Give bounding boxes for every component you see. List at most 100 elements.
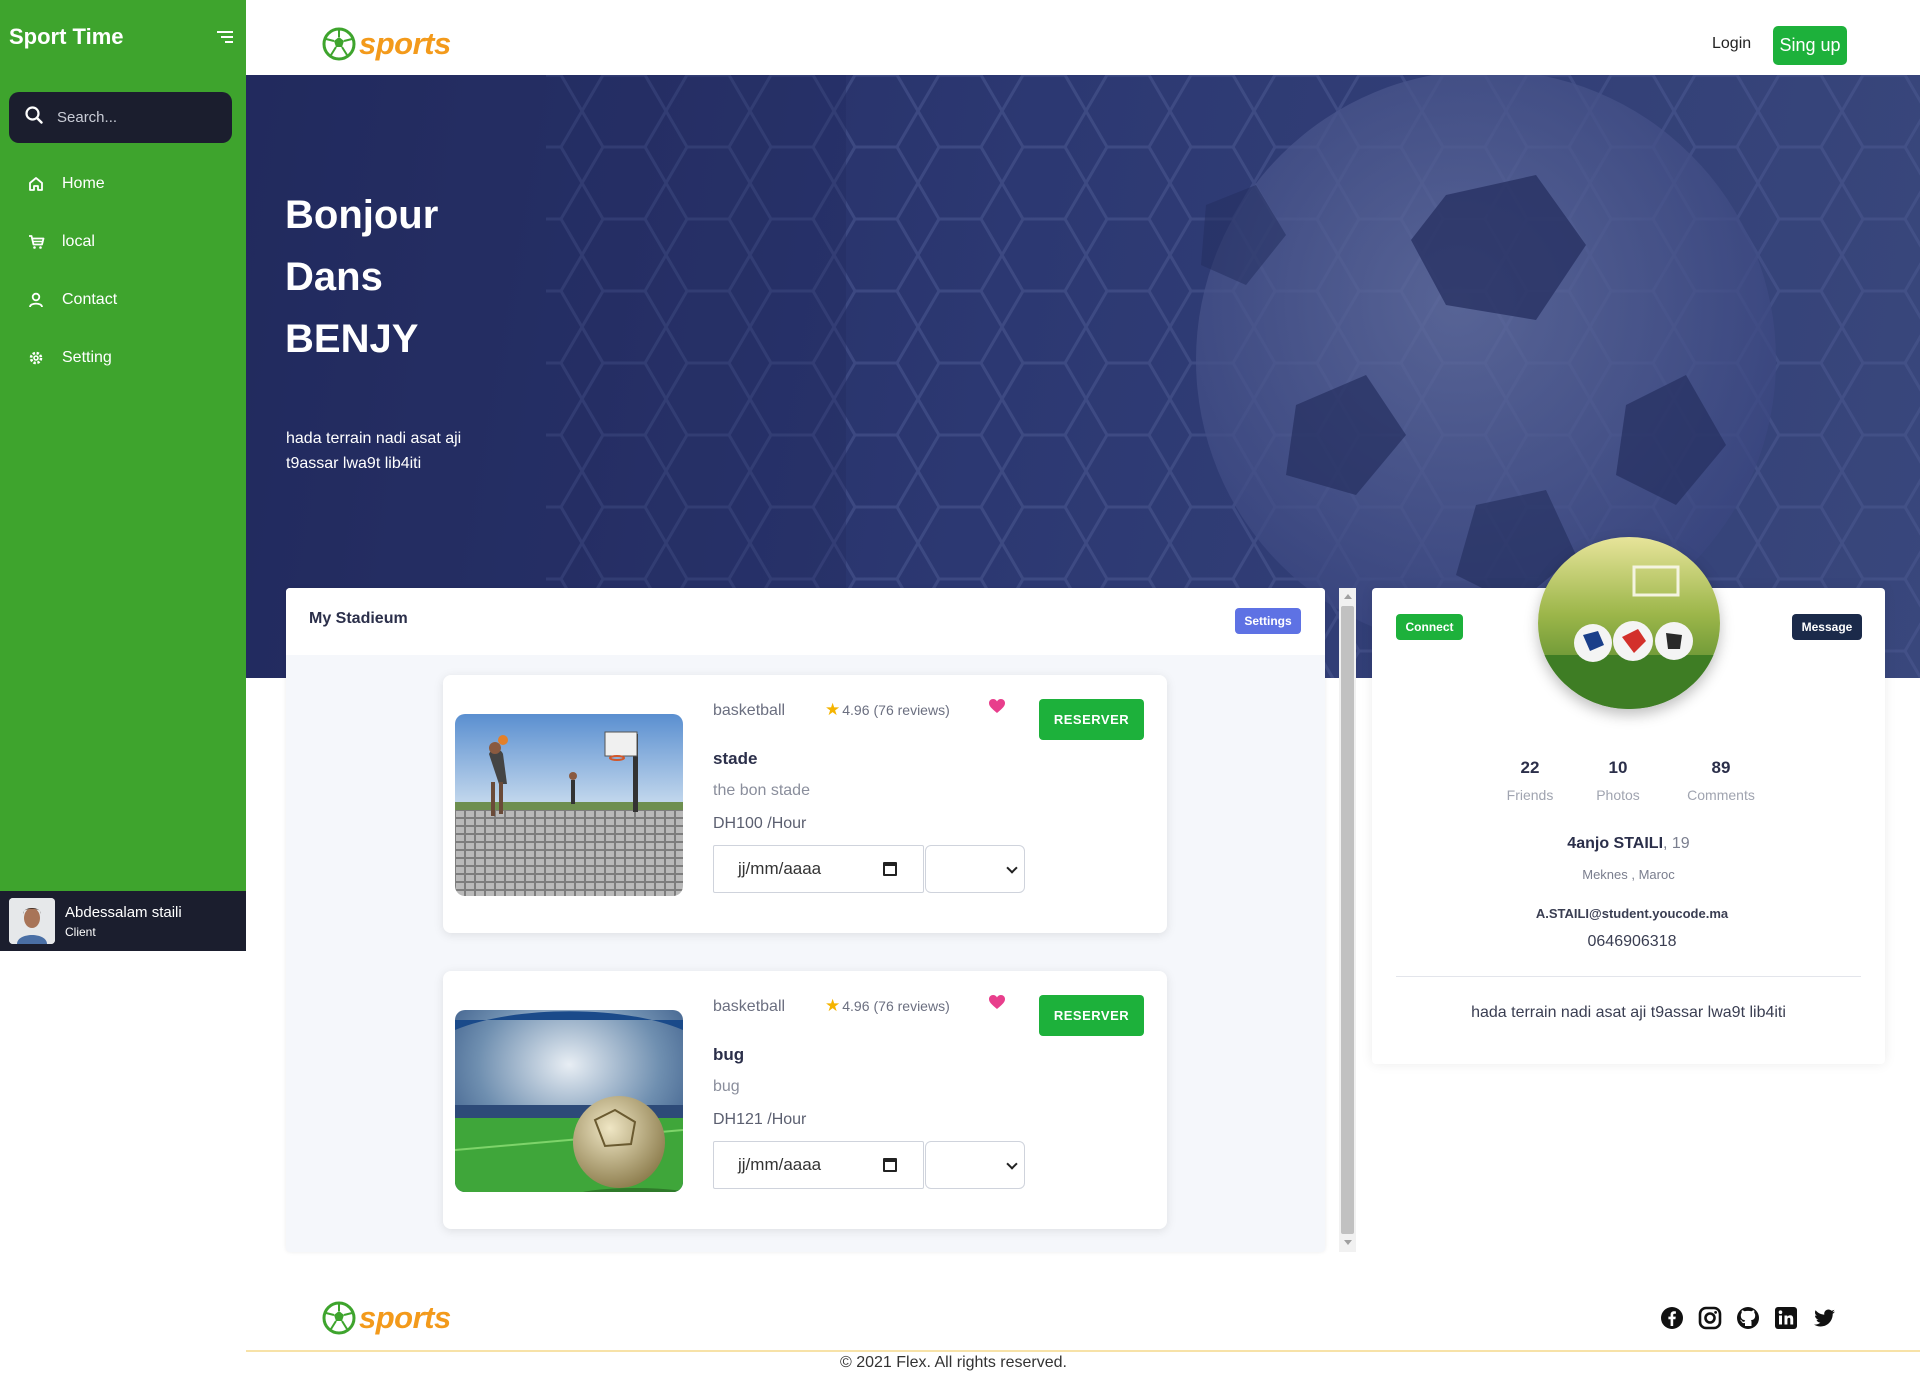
calendar-icon[interactable]	[883, 862, 897, 876]
scroll-down-icon[interactable]	[1344, 1240, 1352, 1245]
reserve-button[interactable]: RESERVER	[1039, 995, 1144, 1036]
footer-divider	[246, 1350, 1920, 1352]
hero-subtitle: hada terrain nadi asat aji t9assar lwa9t…	[286, 430, 462, 472]
chevron-down-icon	[1006, 862, 1018, 874]
search-input[interactable]	[57, 109, 217, 126]
twitter-icon[interactable]	[1812, 1306, 1836, 1330]
profile-bio: hada terrain nadi asat aji t9assar lwa9t…	[1471, 1004, 1786, 1021]
scrollbar-thumb[interactable]	[1341, 606, 1354, 1234]
sidebar-user[interactable]: Abdessalam staili Client	[0, 891, 246, 951]
soccer-ball-icon	[322, 27, 356, 61]
divider	[1396, 976, 1861, 977]
panel-scrollbar[interactable]	[1339, 588, 1356, 1252]
footer-logo[interactable]: sports	[322, 1300, 451, 1336]
stat-label: Photos	[1596, 787, 1640, 803]
user-icon	[26, 290, 46, 310]
hero-line-3: BENJY	[285, 317, 419, 361]
stadium-card: basketball ★ 4.96 (76 reviews) RESERVER …	[443, 675, 1167, 933]
menu-toggle-icon[interactable]	[213, 25, 237, 49]
message-button[interactable]: Message	[1792, 614, 1862, 640]
top-navbar: sports Login Sing up	[246, 0, 1920, 75]
user-name: Abdessalam staili	[65, 903, 182, 921]
panel-header: My Stadieum Settings	[286, 588, 1325, 655]
stat-label: Friends	[1506, 787, 1554, 803]
settings-button[interactable]: Settings	[1235, 608, 1301, 634]
logo-text: sports	[359, 1300, 451, 1335]
date-input[interactable]: jj/mm/aaaa	[713, 1141, 924, 1189]
stadium-category: basketball	[713, 998, 786, 1015]
stadium-rating: ★ 4.96 (76 reviews)	[825, 996, 950, 1016]
logo-text: sports	[359, 26, 451, 61]
stadium-category: basketball	[713, 702, 786, 719]
profile-card: Connect Message 22 Friends 10 Photos 89 …	[1372, 537, 1885, 1064]
stadium-name: bug	[713, 1045, 745, 1064]
linkedin-icon[interactable]	[1774, 1306, 1798, 1330]
facebook-icon[interactable]	[1660, 1306, 1684, 1330]
star-icon: ★	[825, 700, 841, 719]
stat-comments: 89 Comments	[1678, 758, 1764, 803]
github-icon[interactable]	[1736, 1306, 1760, 1330]
stadium-price: DH121 /Hour	[713, 1111, 807, 1128]
search-icon	[25, 106, 43, 129]
instagram-icon[interactable]	[1698, 1306, 1722, 1330]
rating-reviews: (76 reviews)	[873, 702, 950, 718]
sidebar-header: Sport Time	[9, 22, 237, 52]
sidebar-item-contact[interactable]: Contact	[0, 271, 246, 329]
stadium-photo-football	[455, 1010, 683, 1192]
stadium-description: the bon stade	[713, 782, 810, 799]
login-link[interactable]: Login	[1712, 35, 1751, 53]
sidebar-search[interactable]	[9, 92, 232, 143]
sidebar-item-label: Contact	[62, 291, 118, 308]
reserve-button[interactable]: RESERVER	[1039, 699, 1144, 740]
stadium-photo-basketball	[455, 714, 683, 896]
stadium-description: bug	[713, 1078, 740, 1095]
stat-friends: 22 Friends	[1497, 758, 1563, 803]
profile-location: Meknes , Maroc	[1582, 867, 1675, 882]
star-icon: ★	[825, 996, 841, 1015]
profile-name-text: 4anjo STAILI	[1567, 835, 1664, 852]
rating-reviews: (76 reviews)	[873, 998, 950, 1014]
favorite-heart-icon[interactable]	[988, 994, 1006, 1012]
profile-phone: 0646906318	[1587, 933, 1677, 950]
favorite-heart-icon[interactable]	[988, 698, 1006, 716]
date-input[interactable]: jj/mm/aaaa	[713, 845, 924, 893]
stat-value: 10	[1608, 758, 1628, 777]
stat-value: 22	[1520, 758, 1540, 777]
hero-line-2: Dans	[285, 255, 383, 299]
profile-avatar	[1538, 537, 1720, 709]
sidebar-item-label: Setting	[62, 349, 112, 366]
stat-value: 89	[1711, 758, 1731, 777]
profile-name: 4anjo STAILI, 19	[1372, 835, 1885, 853]
sidebar-item-local[interactable]: local	[0, 213, 246, 271]
header-logo[interactable]: sports	[322, 26, 451, 62]
sidebar-item-home[interactable]: Home	[0, 155, 246, 213]
profile-email: A.STAILI@student.youcode.ma	[1535, 906, 1729, 921]
time-select[interactable]	[925, 845, 1025, 893]
scroll-up-icon[interactable]	[1344, 594, 1352, 599]
connect-button[interactable]: Connect	[1396, 614, 1463, 640]
date-placeholder: jj/mm/aaaa	[738, 1155, 822, 1174]
cart-icon	[26, 232, 46, 252]
time-select[interactable]	[925, 1141, 1025, 1189]
stadium-card: basketball ★ 4.96 (76 reviews) RESERVER …	[443, 971, 1167, 1229]
sidebar: Sport Time Home local Contact	[0, 0, 246, 951]
stadium-name: stade	[713, 749, 758, 768]
signup-button[interactable]: Sing up	[1773, 26, 1847, 65]
chevron-down-icon	[1006, 1158, 1018, 1170]
profile-age: , 19	[1663, 835, 1690, 852]
hero-line-1: Bonjour	[285, 193, 439, 237]
sidebar-item-label: local	[62, 233, 95, 250]
avatar	[9, 898, 55, 944]
app-title: Sport Time	[9, 24, 124, 49]
gear-icon	[26, 348, 46, 368]
soccer-ball-icon	[322, 1301, 356, 1335]
stadium-rating: ★ 4.96 (76 reviews)	[825, 700, 950, 720]
home-icon	[26, 174, 46, 194]
rating-value: 4.96	[842, 998, 870, 1014]
copyright-text: © 2021 Flex. All rights reserved.	[840, 1354, 1067, 1371]
sidebar-item-label: Home	[62, 175, 105, 192]
sidebar-item-setting[interactable]: Setting	[0, 329, 246, 387]
calendar-icon[interactable]	[883, 1158, 897, 1172]
panel-title: My Stadieum	[309, 610, 408, 627]
stat-label: Comments	[1687, 787, 1755, 803]
